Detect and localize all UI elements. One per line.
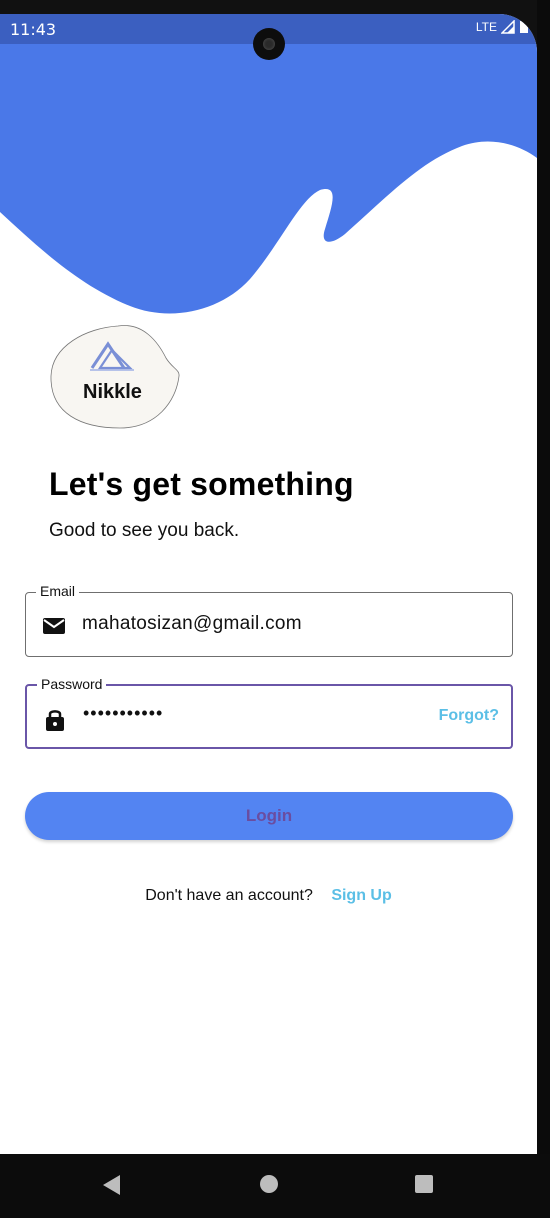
home-icon[interactable]: [260, 1175, 278, 1193]
logo-badge: [50, 325, 180, 429]
signup-prompt: Don't have an account?: [145, 887, 313, 904]
email-value[interactable]: mahatosizan@gmail.com: [82, 613, 302, 635]
system-nav-bar: [0, 1154, 550, 1218]
signup-link[interactable]: Sign Up: [331, 887, 391, 904]
password-label: Password: [37, 676, 107, 692]
login-button[interactable]: Login: [25, 792, 513, 840]
app-screen: 11:43 LTE Nikkle Let's get something Goo…: [0, 14, 537, 1154]
logo-mark-icon: [90, 341, 134, 371]
device-bezel: [537, 0, 550, 1218]
logo-wordmark: Nikkle: [83, 381, 142, 403]
email-label: Email: [36, 583, 80, 599]
page-subtitle: Good to see you back.: [49, 520, 240, 541]
email-field[interactable]: Email mahatosizan@gmail.com: [25, 583, 513, 657]
password-field[interactable]: Password ••••••••••• Forgot?: [25, 676, 513, 749]
password-value[interactable]: •••••••••••: [83, 703, 163, 724]
signal-icon: [501, 20, 515, 34]
lock-icon: [46, 710, 64, 731]
page-title: Let's get something: [49, 466, 354, 502]
signup-row: Don't have an account? Sign Up: [0, 887, 537, 905]
back-icon[interactable]: [103, 1175, 120, 1195]
device-frame: 11:43 LTE Nikkle Let's get something Goo…: [0, 0, 550, 1218]
recents-icon[interactable]: [415, 1175, 433, 1193]
network-label: LTE: [475, 20, 497, 34]
status-time: 11:43: [10, 20, 57, 39]
status-indicators: LTE: [476, 20, 529, 34]
front-camera: [253, 28, 285, 60]
mail-icon: [43, 618, 65, 634]
forgot-password-link[interactable]: Forgot?: [439, 707, 499, 725]
battery-icon: [520, 21, 528, 33]
header-wave: [0, 44, 537, 314]
